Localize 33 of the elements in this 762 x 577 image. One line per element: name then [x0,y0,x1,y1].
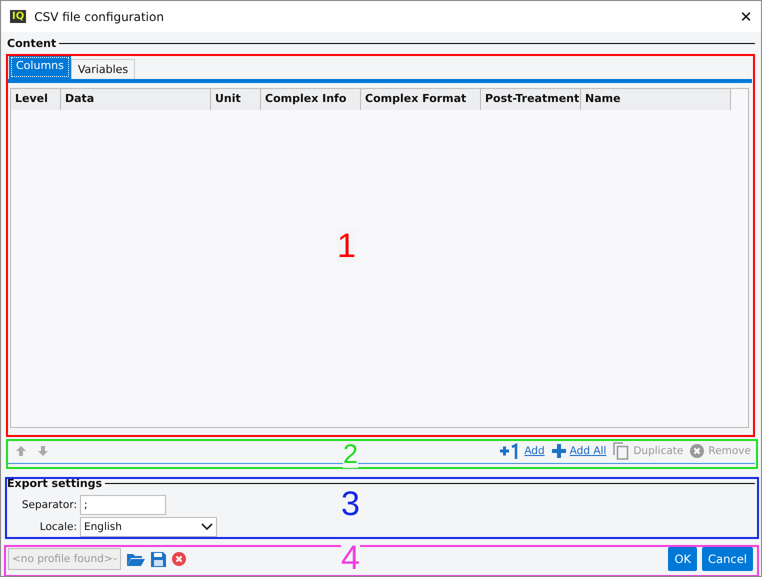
plus-one-icon [500,443,520,459]
separator-field[interactable]: ; [80,495,166,515]
cancel-button[interactable]: Cancel [702,547,753,571]
annotation-number: 1 [337,229,356,263]
field-label: Locale: [38,521,77,533]
remove-icon [690,444,704,458]
save-icon[interactable] [151,552,166,566]
column-header[interactable]: Complex Format [361,89,481,110]
tab[interactable]: Variables [70,59,136,79]
column-header[interactable]: Level [11,89,61,110]
action-link[interactable]: Add [524,445,545,457]
section-title: Content [7,36,56,50]
chevron-down-icon [112,555,117,563]
locale-dropdown[interactable]: English [80,517,217,537]
section-title: Export settings [7,476,102,490]
ok-button[interactable]: OK [668,547,698,571]
copy-icon [613,442,630,460]
app-logo-icon: IQ [10,10,26,23]
column-header[interactable]: Unit [211,89,261,110]
chevron-down-icon [201,523,213,531]
close-button[interactable]: ✕ [731,8,761,26]
column-header[interactable]: Post-Treatment [481,89,581,110]
delete-icon[interactable] [172,552,186,566]
tab[interactable]: Columns [9,55,71,79]
action-link[interactable]: Add All [570,445,606,457]
plus-icon [552,444,566,458]
annotation-number: 2 [343,441,358,468]
field-label: Separator: [20,499,77,511]
column-header[interactable]: Data [61,89,211,110]
column-header[interactable]: Complex Info [261,89,361,110]
window-title: CSV file configuration [34,10,165,24]
folder-icon[interactable] [127,552,145,566]
column-header[interactable]: Name [581,89,731,110]
